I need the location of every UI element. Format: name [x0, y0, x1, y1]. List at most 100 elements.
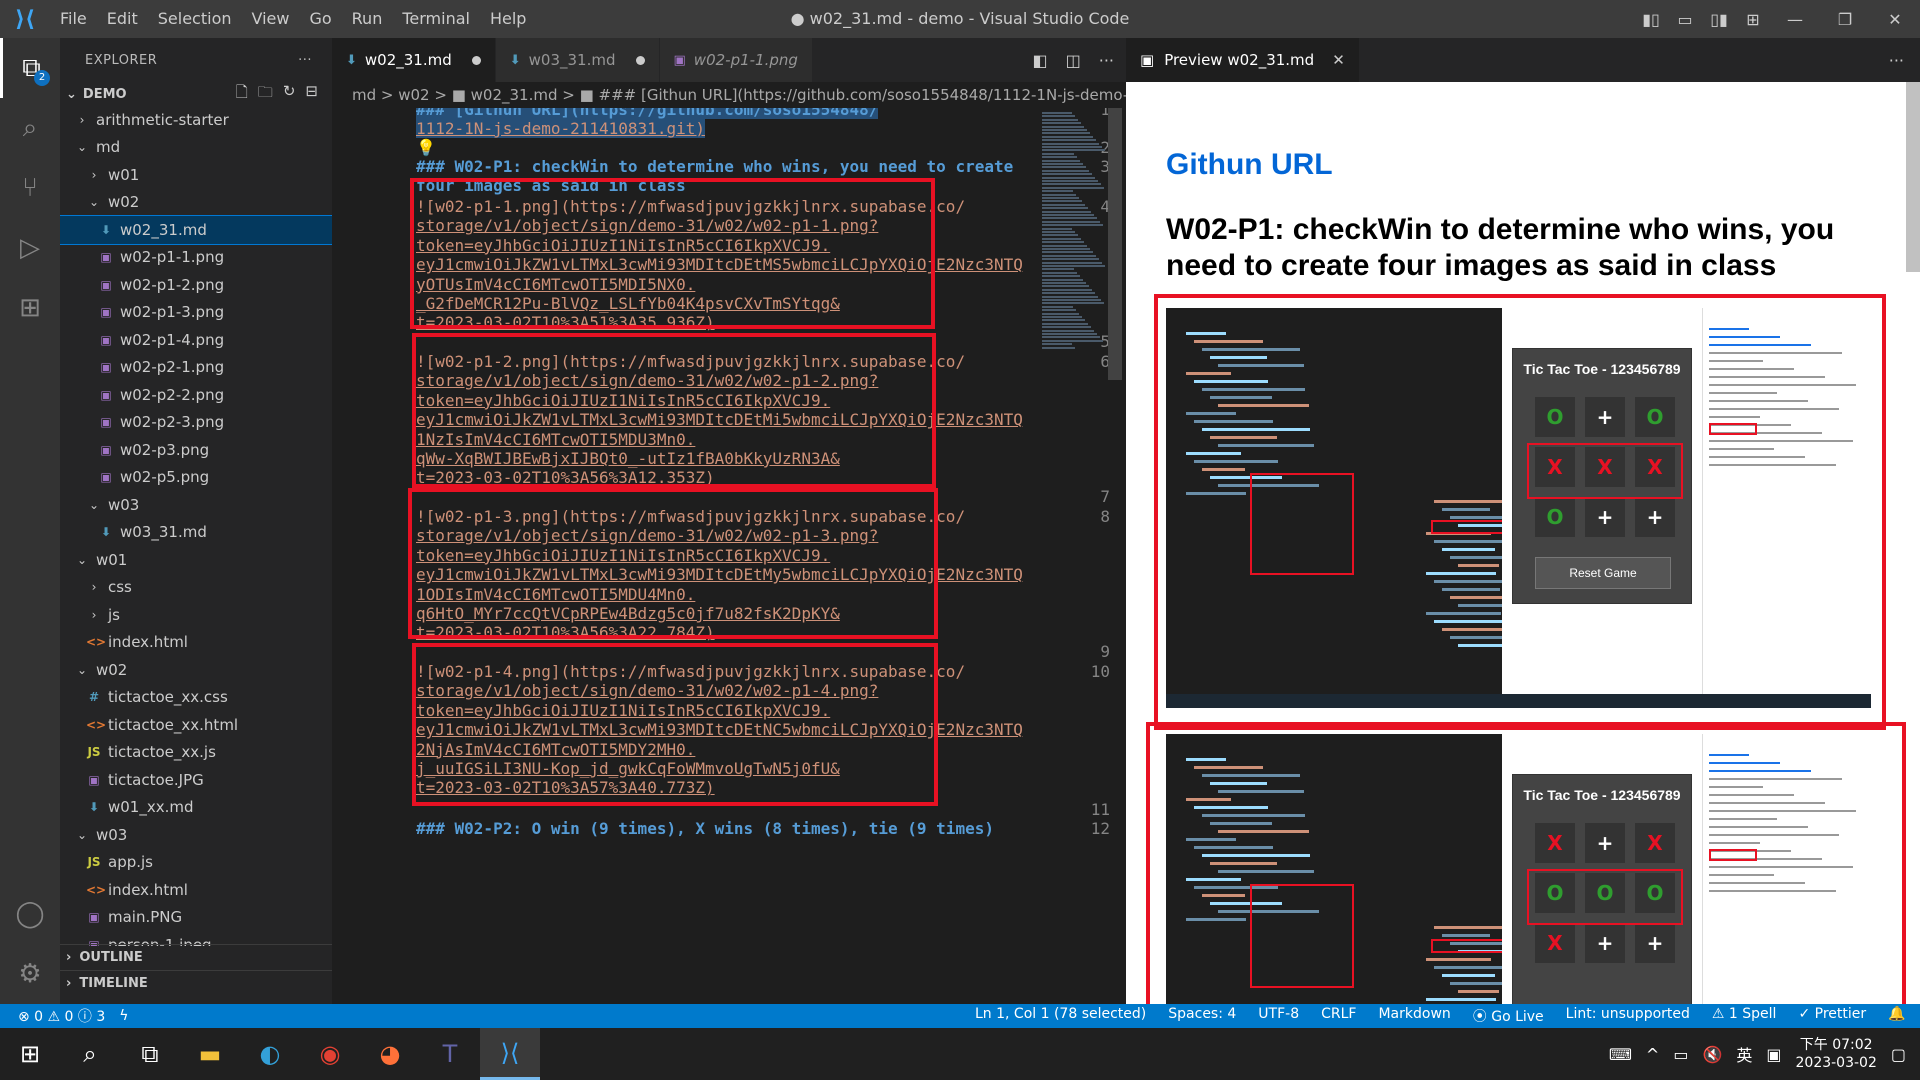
- file-w02-p1-2-png[interactable]: ▣ w02-p1-2.png: [60, 271, 332, 299]
- new-file-icon[interactable]: 🗋: [236, 82, 248, 107]
- line-ending[interactable]: CRLF: [1321, 1006, 1356, 1026]
- prettier-status[interactable]: ✓ Prettier: [1798, 1006, 1866, 1026]
- breadcrumb[interactable]: md > w02 > ■ w02_31.md > ■ ### [Githun U…: [332, 82, 1126, 108]
- preview-scrollbar[interactable]: [1906, 82, 1920, 272]
- notification-center-icon[interactable]: ▢: [1891, 1045, 1906, 1064]
- network-icon[interactable]: ▭: [1673, 1045, 1688, 1064]
- file-w02-p1-1-png[interactable]: ▣ w02-p1-1.png: [60, 244, 332, 272]
- folder-w02[interactable]: ⌄ w02: [60, 189, 332, 217]
- more-actions-icon[interactable]: ···: [298, 53, 312, 68]
- extensions-icon[interactable]: ⊞: [0, 278, 60, 338]
- file-explorer-icon[interactable]: ▬: [180, 1028, 240, 1080]
- go-live-button[interactable]: ⦿ Go Live: [1473, 1006, 1544, 1026]
- menu-terminal[interactable]: Terminal: [392, 0, 480, 38]
- edge-icon[interactable]: ◐: [240, 1028, 300, 1080]
- workspace-section[interactable]: ⌄ DEMO 🗋 🗀 ↻ ⊟: [60, 82, 332, 106]
- file-main-png[interactable]: ▣ main.PNG: [60, 904, 332, 932]
- file-w02-p3-png[interactable]: ▣ w02-p3.png: [60, 436, 332, 464]
- folder-css[interactable]: › css: [60, 574, 332, 602]
- tab-w02-31-md[interactable]: ⬇ w02_31.md: [332, 38, 496, 82]
- folder-md[interactable]: ⌄ md: [60, 134, 332, 162]
- problems-status[interactable]: ⊗ 0 ⚠ 0 ⓘ 3: [18, 1006, 105, 1026]
- close-icon[interactable]: ✕: [1332, 51, 1345, 69]
- more-actions-icon[interactable]: ···: [1099, 51, 1114, 70]
- notifications-icon[interactable]: 🔔: [1888, 1006, 1905, 1026]
- menu-file[interactable]: File: [50, 0, 97, 38]
- keyboard-icon[interactable]: ⌨: [1609, 1045, 1632, 1064]
- toggle-sidebar-icon[interactable]: ▮▯: [1634, 10, 1668, 29]
- tab-w03-31-md[interactable]: ⬇ w03_31.md: [495, 38, 660, 82]
- tab-w02-p1-1-png[interactable]: ▣ w02-p1-1.png: [659, 38, 813, 82]
- ime-indicator[interactable]: 英: [1736, 1042, 1752, 1066]
- collapse-all-icon[interactable]: ⊟: [305, 82, 318, 107]
- vscode-taskbar-icon[interactable]: ⟩⟨: [480, 1028, 540, 1080]
- spell-status[interactable]: ⚠ 1 Spell: [1712, 1006, 1777, 1026]
- cursor-position[interactable]: Ln 1, Col 1 (78 selected): [975, 1006, 1146, 1026]
- teams-icon[interactable]: T: [420, 1028, 480, 1080]
- source-control-icon[interactable]: ⑂: [0, 158, 60, 218]
- folder-arithmetic-starter[interactable]: › arithmetic-starter: [60, 106, 332, 134]
- tab-preview[interactable]: ▣ Preview w02_31.md ✕: [1126, 38, 1360, 82]
- file-index-html[interactable]: <> index.html: [60, 876, 332, 904]
- file-w02-p1-3-png[interactable]: ▣ w02-p1-3.png: [60, 299, 332, 327]
- split-editor-icon[interactable]: ◫: [1066, 51, 1081, 70]
- file-w02-p5-png[interactable]: ▣ w02-p5.png: [60, 464, 332, 492]
- file-w02-p2-3-png[interactable]: ▣ w02-p2-3.png: [60, 409, 332, 437]
- settings-gear-icon[interactable]: ⚙: [0, 944, 60, 1004]
- folder-w02[interactable]: ⌄ w02: [60, 656, 332, 684]
- editor-scrollbar[interactable]: [1108, 108, 1122, 380]
- file-w02-p1-4-png[interactable]: ▣ w02-p1-4.png: [60, 326, 332, 354]
- search-icon[interactable]: ⌕: [0, 98, 60, 158]
- file-w01-xx-md[interactable]: ⬇ w01_xx.md: [60, 794, 332, 822]
- file-w02-31-md[interactable]: ⬇ w02_31.md: [60, 215, 332, 245]
- file-w02-p2-2-png[interactable]: ▣ w02-p2-2.png: [60, 381, 332, 409]
- firefox-icon[interactable]: ◕: [360, 1028, 420, 1080]
- preview-heading-github-url[interactable]: Githun URL: [1166, 148, 1333, 182]
- timeline-section[interactable]: › TIMELINE: [60, 970, 332, 996]
- folder-w01[interactable]: › w01: [60, 161, 332, 189]
- code-editor[interactable]: 1 ### [Githun URL](https://github.com/sos…: [332, 108, 1126, 1004]
- restore-button[interactable]: ❐: [1820, 10, 1870, 29]
- lint-status[interactable]: Lint: unsupported: [1566, 1006, 1690, 1026]
- file-w03-31-md[interactable]: ⬇ w03_31.md: [60, 519, 332, 547]
- close-window-button[interactable]: ✕: [1870, 10, 1920, 29]
- lightning-icon[interactable]: ϟ: [119, 1008, 128, 1024]
- encoding[interactable]: UTF-8: [1258, 1006, 1299, 1026]
- menu-run[interactable]: Run: [342, 0, 393, 38]
- file-tictactoe-xx-html[interactable]: <> tictactoe_xx.html: [60, 711, 332, 739]
- file-tictactoe-xx-js[interactable]: JS tictactoe_xx.js: [60, 739, 332, 767]
- chrome-icon[interactable]: ◉: [300, 1028, 360, 1080]
- unsaved-dot-icon[interactable]: [471, 55, 481, 65]
- file-w02-p2-1-png[interactable]: ▣ w02-p2-1.png: [60, 354, 332, 382]
- explorer-icon[interactable]: ⧉ 2: [0, 38, 60, 98]
- account-icon[interactable]: ◯: [0, 884, 60, 944]
- menu-help[interactable]: Help: [480, 0, 536, 38]
- folder-w01[interactable]: ⌄ w01: [60, 546, 332, 574]
- minimap[interactable]: [1040, 108, 1106, 1004]
- toggle-panel-icon[interactable]: ▭: [1668, 10, 1702, 29]
- folder-w03[interactable]: ⌄ w03: [60, 821, 332, 849]
- menu-edit[interactable]: Edit: [97, 0, 148, 38]
- volume-icon[interactable]: 🔇: [1702, 1045, 1722, 1064]
- input-method-icon[interactable]: ▣: [1766, 1045, 1781, 1064]
- more-actions-icon[interactable]: ···: [1889, 51, 1920, 70]
- folder-js[interactable]: › js: [60, 601, 332, 629]
- menu-go[interactable]: Go: [299, 0, 341, 38]
- indentation[interactable]: Spaces: 4: [1168, 1006, 1236, 1026]
- language-mode[interactable]: Markdown: [1378, 1006, 1450, 1026]
- line-12[interactable]: ### W02-P2: O win (9 times), X wins (8 t…: [416, 817, 994, 841]
- outline-section[interactable]: › OUTLINE: [60, 944, 332, 970]
- task-view-icon[interactable]: ⧉: [120, 1028, 180, 1080]
- new-folder-icon[interactable]: 🗀: [258, 82, 273, 107]
- toggle-secondary-sidebar-icon[interactable]: ▯▮: [1702, 10, 1736, 29]
- taskbar-search-icon[interactable]: ⌕: [60, 1028, 120, 1080]
- run-debug-icon[interactable]: ▷: [0, 218, 60, 278]
- menu-view[interactable]: View: [242, 0, 300, 38]
- line-1-wrap[interactable]: 1112-1N-js-demo-211410831.git): [416, 117, 705, 141]
- refresh-icon[interactable]: ↻: [283, 82, 296, 107]
- file-tictactoe-xx-css[interactable]: # tictactoe_xx.css: [60, 684, 332, 712]
- file-index-html[interactable]: <> index.html: [60, 629, 332, 657]
- minimize-button[interactable]: —: [1770, 10, 1820, 29]
- folder-w03[interactable]: ⌄ w03: [60, 491, 332, 519]
- clock[interactable]: 下午 07:02 2023-03-02: [1796, 1036, 1877, 1072]
